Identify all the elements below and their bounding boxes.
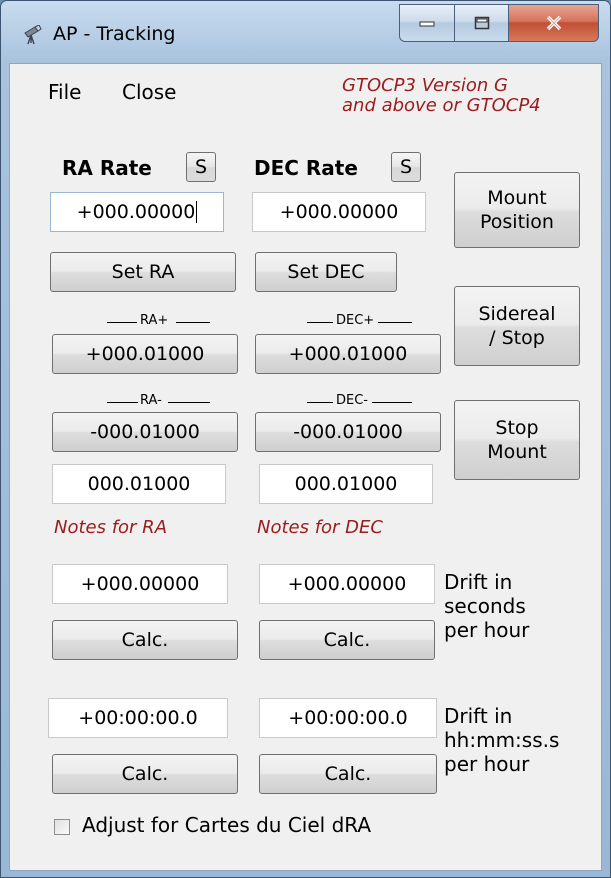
ra-calc-seconds-button[interactable]: Calc. [52,620,238,660]
maximize-icon [474,16,489,30]
ra-step-input[interactable]: 000.01000 [52,464,226,504]
ra-plus-label-line-right [176,322,210,323]
title-bar[interactable]: AP - Tracking [1,1,610,63]
version-note-line-2: and above or GTOCP4 [342,95,541,116]
dec-minus-label: DEC- [334,393,370,408]
dec-plus-label-line-right [378,322,412,323]
tracking-window: AP - Tracking File Close GTOCP3 Version … [0,0,611,878]
caption-buttons [399,4,599,42]
ra-minus-label: RA- [138,393,164,408]
ra-notes: Notes for RA [54,517,168,538]
dec-rate-heading: DEC Rate [254,156,358,180]
stop-mount-button[interactable]: Stop Mount [454,400,580,480]
sidereal-stop-line-1: Sidereal [478,303,556,325]
drift-hms-label: Drift in hh:mm:ss.s per hour [444,704,559,776]
maximize-button[interactable] [455,4,509,42]
cartes-checkbox-label[interactable]: Adjust for Cartes du Ciel dRA [82,813,371,837]
ra-minus-label-line-right [168,402,210,403]
mount-position-line-2: Position [480,211,554,233]
mount-position-line-1: Mount [487,187,547,209]
cartes-checkbox[interactable] [54,819,70,835]
dec-drift-hms-input[interactable]: +00:00:00.0 [259,698,437,738]
ra-rate-input[interactable]: +000.00000 [50,192,224,232]
dec-notes: Notes for DEC [257,517,383,538]
ra-drift-hms-input[interactable]: +00:00:00.0 [48,698,228,738]
dec-plus-label: DEC+ [334,313,377,328]
minimize-icon [419,21,435,27]
dec-calc-hms-button[interactable]: Calc. [259,754,437,794]
drift-hms-label-line-2: hh:mm:ss.s [444,728,560,752]
drift-seconds-label-line-3: per hour [444,618,530,642]
close-button[interactable] [509,4,599,42]
dec-minus-label-line-left [307,402,333,403]
set-ra-button[interactable]: Set RA [50,252,236,292]
stop-mount-line-2: Mount [487,441,547,463]
version-note-line-1: GTOCP3 Version G [342,75,508,96]
set-dec-button[interactable]: Set DEC [255,252,397,292]
minimize-button[interactable] [399,4,455,42]
ra-plus-label-line-left [107,322,137,323]
dec-s-button[interactable]: S [391,152,421,182]
drift-hms-label-line-1: Drift in [444,704,513,728]
menu-close[interactable]: Close [122,80,176,104]
ra-calc-hms-button[interactable]: Calc. [52,754,238,794]
dec-calc-seconds-button[interactable]: Calc. [259,620,435,660]
dec-minus-label-line-right [372,402,412,403]
dec-drift-seconds-input[interactable]: +000.00000 [259,564,435,604]
sidereal-stop-button[interactable]: Sidereal / Stop [454,286,580,366]
ra-minus-label-line-left [107,402,139,403]
dec-minus-button[interactable]: -000.01000 [255,412,441,452]
sidereal-stop-line-2: / Stop [489,327,545,349]
close-icon [546,15,561,31]
drift-seconds-label-line-1: Drift in [444,570,513,594]
dec-plus-button[interactable]: +000.01000 [255,334,441,374]
ra-s-button[interactable]: S [186,152,216,182]
dec-step-input[interactable]: 000.01000 [259,464,433,504]
window-title: AP - Tracking [53,23,176,45]
telescope-icon [24,25,42,45]
dec-plus-label-line-left [307,322,333,323]
dec-rate-input[interactable]: +000.00000 [252,192,426,232]
menu-file[interactable]: File [48,80,81,104]
mount-position-button[interactable]: Mount Position [454,172,580,248]
stop-mount-line-1: Stop [495,417,539,439]
ra-plus-button[interactable]: +000.01000 [52,334,238,374]
ra-rate-value: +000.00000 [76,201,196,223]
ra-drift-seconds-input[interactable]: +000.00000 [52,564,228,604]
drift-hms-label-line-3: per hour [444,752,530,776]
drift-seconds-label-line-2: seconds [444,594,526,618]
ra-minus-button[interactable]: -000.01000 [52,412,238,452]
drift-seconds-label: Drift in seconds per hour [444,570,529,642]
client-area: File Close GTOCP3 Version G and above or… [9,63,602,871]
text-caret [196,201,198,223]
ra-plus-label: RA+ [138,313,171,328]
ra-rate-heading: RA Rate [62,156,152,180]
